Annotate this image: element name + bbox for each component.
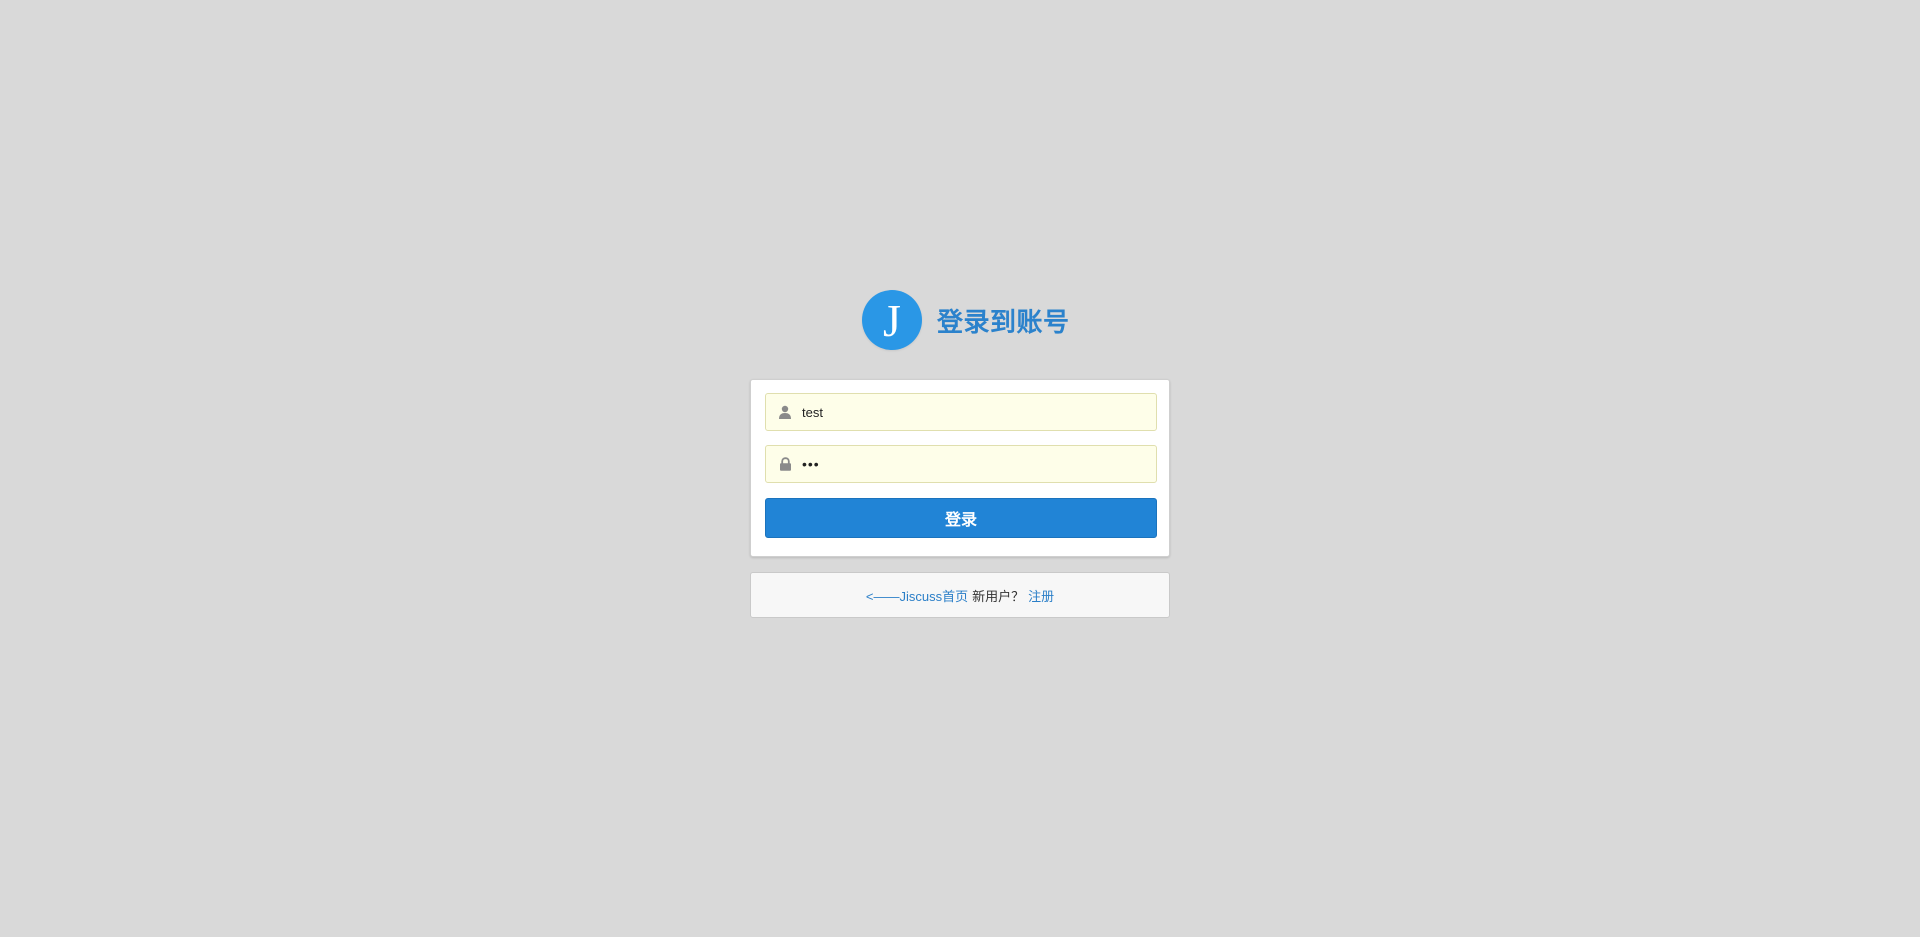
- register-link[interactable]: 注册: [1028, 586, 1054, 605]
- login-form: 登录: [750, 379, 1170, 557]
- login-page: J 登录到账号 登录 <——Jiscuss首页: [0, 0, 1920, 937]
- footer-links: <——Jiscuss首页 新用户？ 注册: [750, 572, 1170, 618]
- login-button[interactable]: 登录: [765, 498, 1157, 538]
- username-field[interactable]: [765, 393, 1157, 431]
- password-input[interactable]: [802, 449, 1142, 479]
- login-header: J 登录到账号: [862, 290, 1070, 350]
- password-field[interactable]: [765, 445, 1157, 483]
- page-title: 登录到账号: [937, 306, 1070, 337]
- new-user-text: 新用户？: [972, 588, 1025, 604]
- logo: J: [862, 290, 922, 350]
- username-input[interactable]: [802, 397, 1142, 427]
- user-icon: [766, 394, 804, 430]
- lock-icon: [766, 446, 804, 482]
- logo-letter: J: [883, 295, 901, 346]
- home-link[interactable]: <——Jiscuss首页: [866, 586, 968, 605]
